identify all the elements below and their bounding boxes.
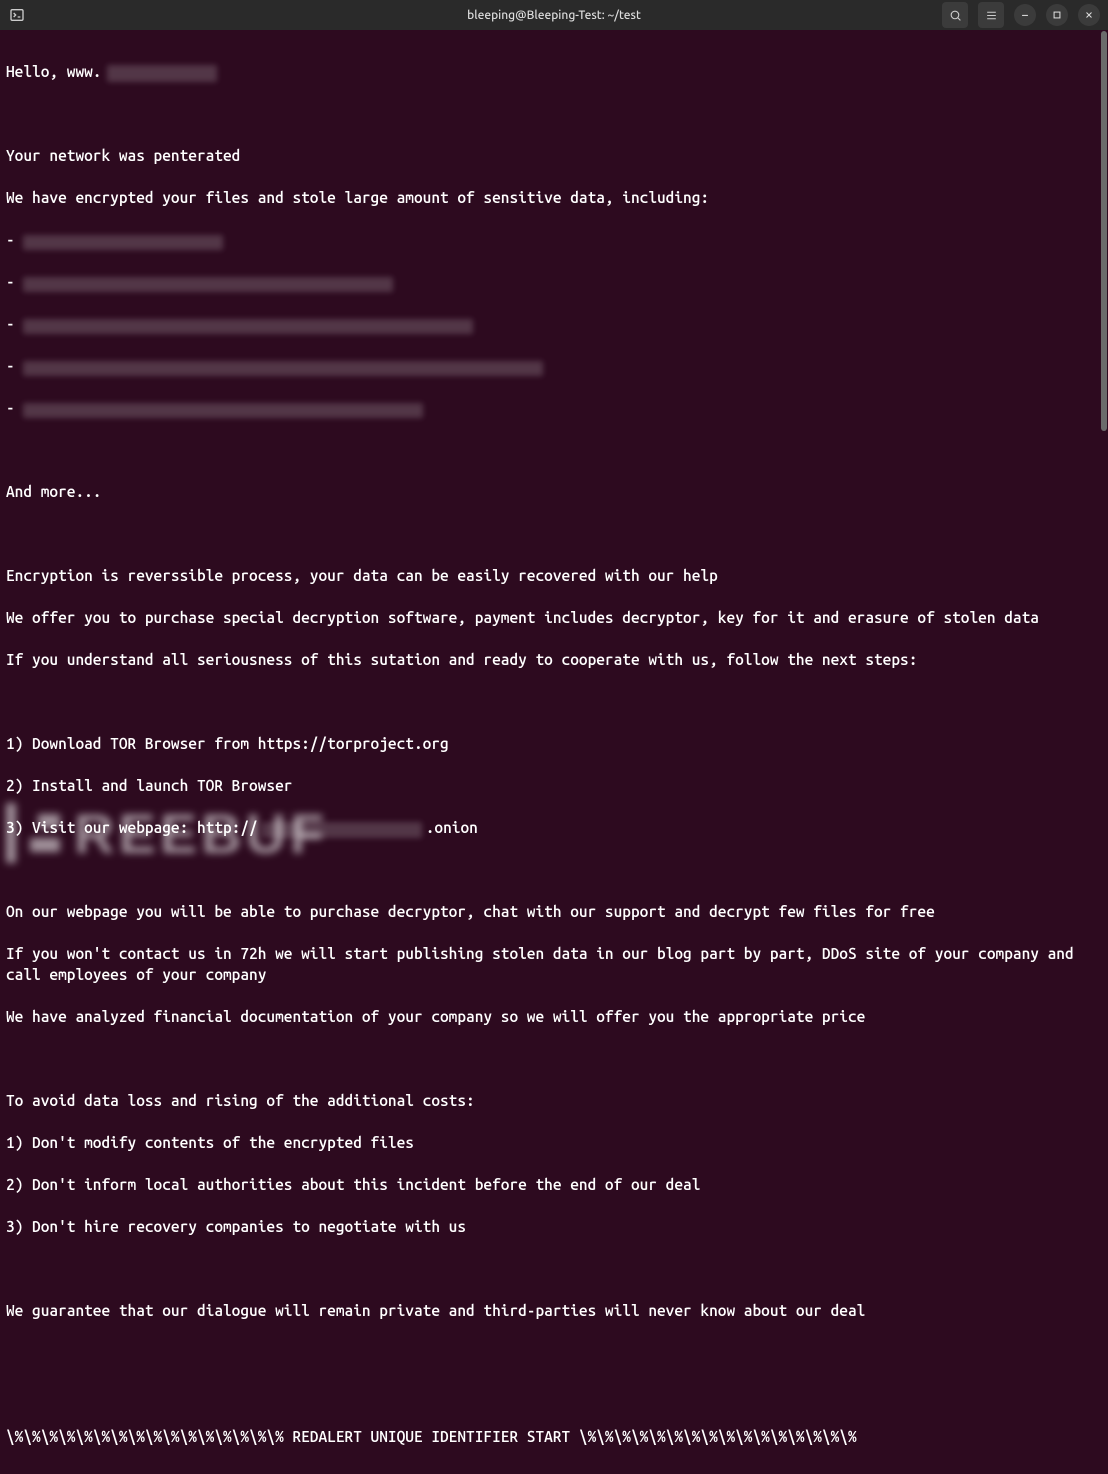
redacted-item <box>23 277 393 292</box>
line-encrypted: We have encrypted your files and stole l… <box>6 187 1102 208</box>
blank-line <box>6 1048 1102 1069</box>
blank-line <box>6 103 1102 124</box>
line-analyzed: We have analyzed financial documentation… <box>6 1006 1102 1027</box>
line-andmore: And more... <box>6 481 1102 502</box>
greeting-text: Hello, www. <box>6 63 101 80</box>
redacted-item <box>23 319 473 334</box>
redacted-list-1: - <box>6 229 1102 250</box>
line-webpage: On our webpage you will be able to purch… <box>6 901 1102 922</box>
redacted-item <box>23 403 423 418</box>
redacted-list-3: - <box>6 313 1102 334</box>
maximize-button[interactable] <box>1046 4 1068 26</box>
close-button[interactable] <box>1078 4 1100 26</box>
blank-line <box>6 523 1102 544</box>
watermark-freebuf: REEBUF <box>6 798 566 868</box>
blank-line <box>6 691 1102 712</box>
redacted-item <box>23 235 223 250</box>
minimize-button[interactable] <box>1014 4 1036 26</box>
line-reverse: Encryption is reverssible process, your … <box>6 565 1102 586</box>
search-button[interactable] <box>942 2 968 28</box>
terminal-app-icon <box>8 6 26 24</box>
blank-line <box>6 1384 1102 1405</box>
window-title: bleeping@Bleeping-Test: ~/test <box>467 9 641 22</box>
menu-button[interactable] <box>978 2 1004 28</box>
redacted-list-4: - <box>6 355 1102 376</box>
line-redalert: \%\%\%\%\%\%\%\%\%\%\%\%\%\%\%\% REDALER… <box>6 1426 1102 1447</box>
line-dont2: 2) Don't inform local authorities about … <box>6 1174 1102 1195</box>
terminal-output: Hello, www. Your network was penterated … <box>0 30 1108 1474</box>
redacted-list-2: - <box>6 271 1102 292</box>
titlebar-left <box>8 6 26 24</box>
line-guarantee: We guarantee that our dialogue will rema… <box>6 1300 1102 1321</box>
redacted-list-5: - <box>6 397 1102 418</box>
titlebar-right <box>942 2 1100 28</box>
line-dont3: 3) Don't hire recovery companies to nego… <box>6 1216 1102 1237</box>
line-greeting: Hello, www. <box>6 61 1102 82</box>
line-step2: 2) Install and launch TOR Browser <box>6 775 1102 796</box>
line-72h: If you won't contact us in 72h we will s… <box>6 943 1102 985</box>
line-step1: 1) Download TOR Browser from https://tor… <box>6 733 1102 754</box>
redacted-hostname <box>107 65 217 82</box>
titlebar: bleeping@Bleeping-Test: ~/test <box>0 0 1108 30</box>
blank-line <box>6 1258 1102 1279</box>
line-understand: If you understand all seriousness of thi… <box>6 649 1102 670</box>
scrollbar-thumb[interactable] <box>1101 31 1107 431</box>
line-penetrated: Your network was penterated <box>6 145 1102 166</box>
line-offer: We offer you to purchase special decrypt… <box>6 607 1102 628</box>
blank-line <box>6 1342 1102 1363</box>
line-avoid: To avoid data loss and rising of the add… <box>6 1090 1102 1111</box>
watermark-text: REEBUF <box>74 801 328 866</box>
redacted-item <box>23 361 543 376</box>
line-dont1: 1) Don't modify contents of the encrypte… <box>6 1132 1102 1153</box>
blank-line <box>6 439 1102 460</box>
